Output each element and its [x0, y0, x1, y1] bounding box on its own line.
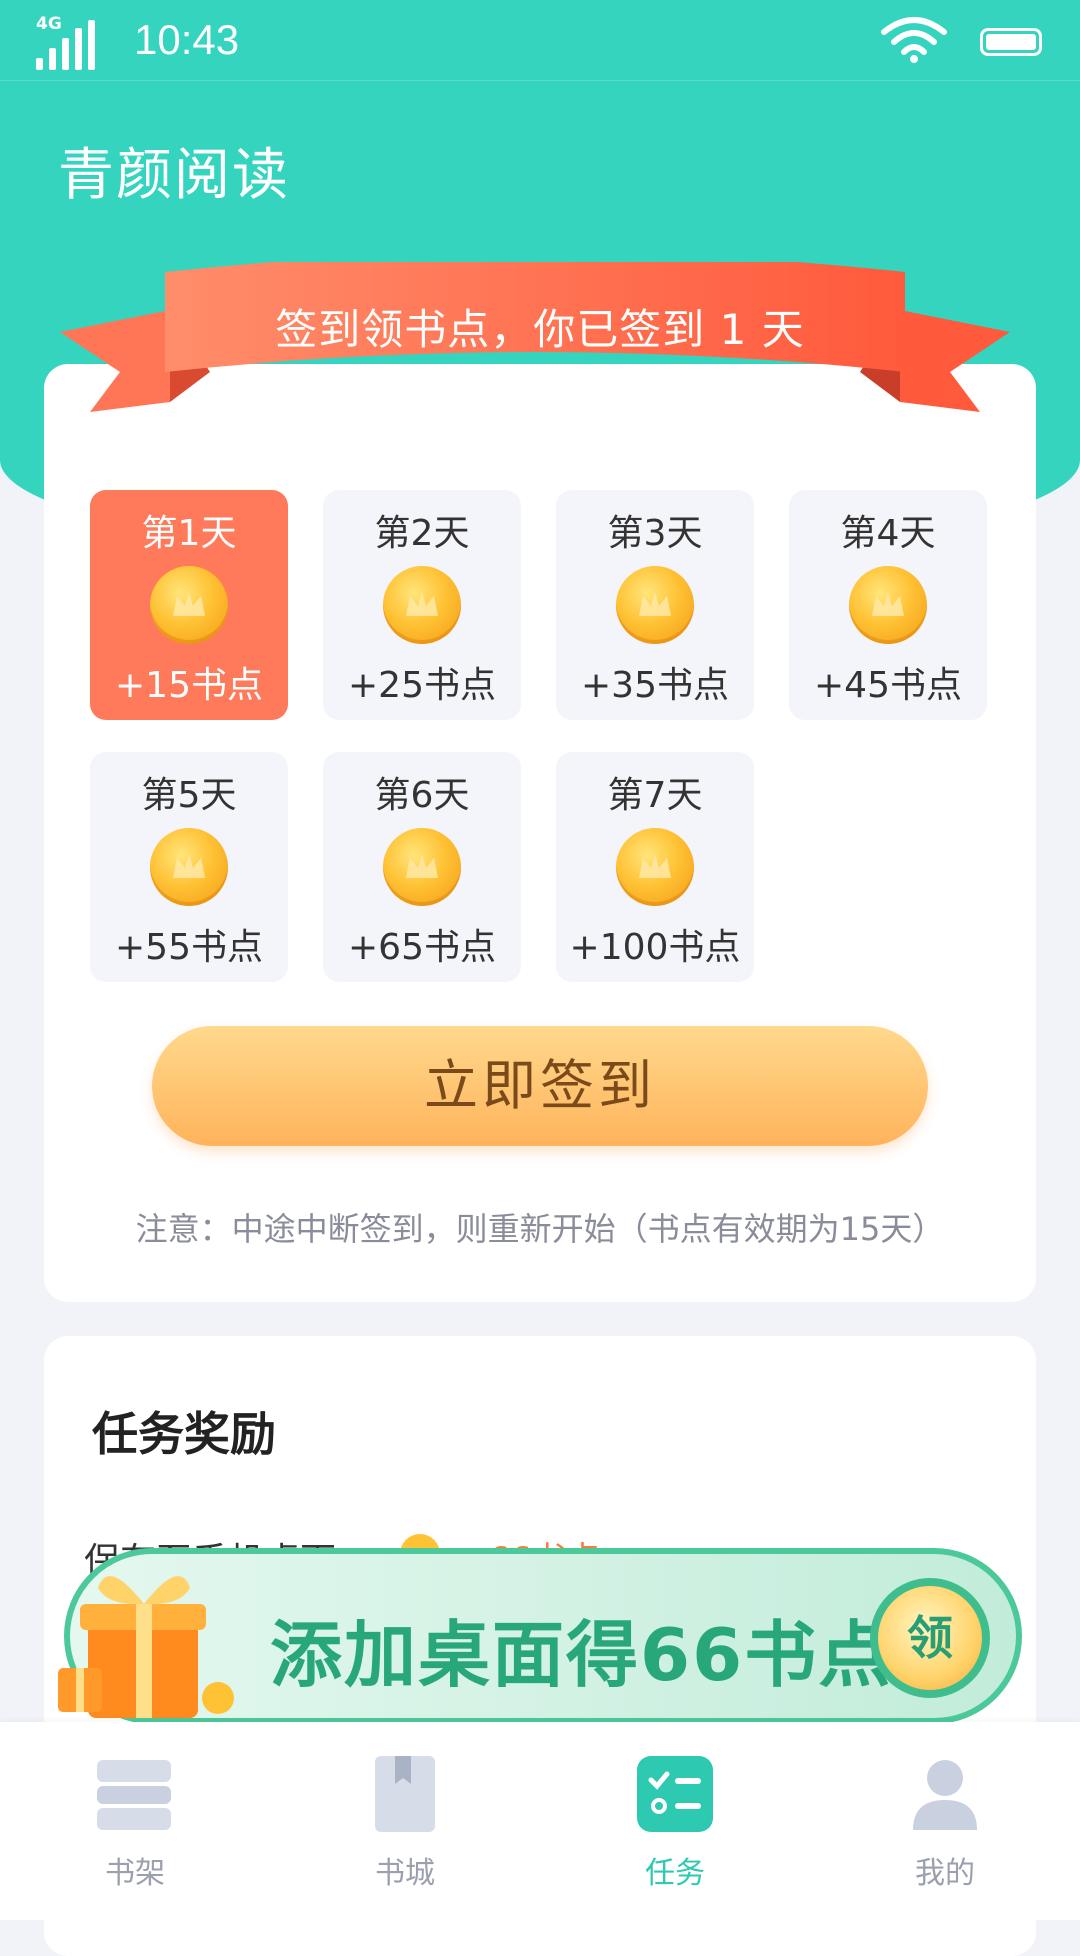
tab-bookstore[interactable]: 书城: [270, 1722, 540, 1920]
signin-day-tile: 第2天 +25书点: [323, 490, 521, 720]
tab-profile[interactable]: 我的: [810, 1722, 1080, 1920]
coin-icon: [150, 566, 228, 644]
signin-day-reward: +35书点: [581, 665, 729, 706]
coin-icon: [383, 566, 461, 644]
status-time: 10:43: [134, 16, 240, 63]
network-type-label: 4G: [36, 14, 62, 34]
signin-day-label: 第7天: [607, 775, 703, 816]
coin-icon: [150, 828, 228, 906]
bottom-tab-bar: 书架 书城 任务 我的: [0, 1722, 1080, 1920]
battery-icon: [980, 28, 1042, 56]
signin-streak-text: 签到领书点，你已签到 1 天: [275, 305, 805, 354]
checkin-button[interactable]: 立即签到: [152, 1026, 928, 1146]
signin-day-tile: 第6天 +65书点: [323, 752, 521, 982]
signin-day-label: 第3天: [607, 513, 703, 554]
signin-day-reward: +15书点: [115, 665, 263, 706]
status-bar: 4G 10:43: [0, 0, 1080, 81]
tab-label: 任务: [645, 1856, 705, 1891]
signin-day-label: 第6天: [374, 775, 470, 816]
signin-day-tile: 第1天 +15书点: [90, 490, 288, 720]
profile-icon: [913, 1760, 977, 1830]
signin-day-tile: 第3天 +35书点: [556, 490, 754, 720]
wifi-icon: [881, 17, 947, 63]
coin-icon: [616, 566, 694, 644]
signin-day-tile: 第5天 +55书点: [90, 752, 288, 982]
app-title: 青颜阅读: [58, 143, 290, 208]
task-section-title: 任务奖励: [92, 1407, 276, 1461]
signin-day-tile: 第7天 +100书点: [556, 752, 754, 982]
signin-day-tile: 第4天 +45书点: [789, 490, 987, 720]
tab-label: 我的: [915, 1856, 975, 1891]
signin-day-label: 第1天: [141, 513, 237, 554]
signin-day-reward: +55书点: [115, 927, 263, 968]
coin-icon: [616, 828, 694, 906]
signin-notice: 注意：中途中断签到，则重新开始（书点有效期为15天）: [135, 1210, 945, 1248]
signin-day-reward: +25书点: [348, 665, 496, 706]
coin-icon: [849, 566, 927, 644]
tab-label: 书架: [105, 1856, 165, 1891]
claim-button[interactable]: 领: [870, 1578, 990, 1698]
bookstore-icon: [375, 1756, 435, 1832]
bookshelf-icon: [97, 1760, 171, 1830]
signin-day-label: 第5天: [141, 775, 237, 816]
tab-bookshelf[interactable]: 书架: [0, 1722, 270, 1920]
signal-icon: 4G: [36, 14, 100, 70]
signin-day-label: 第4天: [840, 513, 936, 554]
banner-promo-text: 添加桌面得66书点: [270, 1613, 893, 1697]
task-icon: [637, 1756, 713, 1832]
signin-day-reward: +65书点: [348, 927, 496, 968]
tab-tasks[interactable]: 任务: [540, 1722, 810, 1920]
gift-box-icon: [58, 1576, 234, 1718]
coin-icon: [383, 828, 461, 906]
signin-day-reward: +45书点: [814, 665, 962, 706]
signin-day-reward: +100书点: [569, 927, 741, 968]
tab-label: 书城: [375, 1856, 435, 1891]
signin-day-label: 第2天: [374, 513, 470, 554]
